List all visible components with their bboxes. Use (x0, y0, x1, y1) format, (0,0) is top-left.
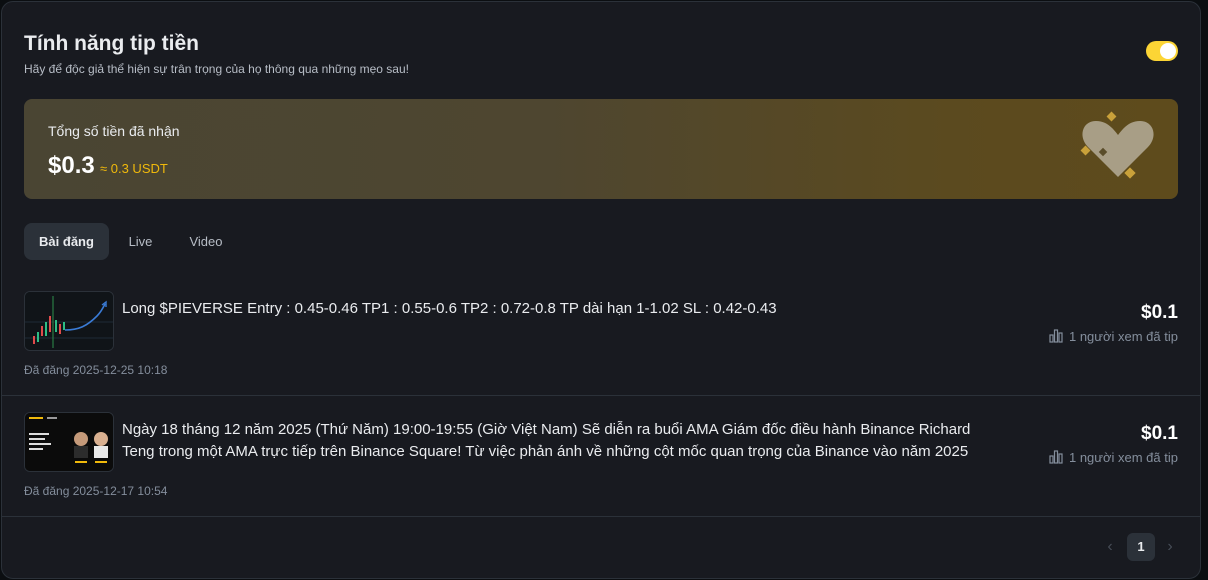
ama-thumbnail-icon (25, 413, 113, 471)
post-title-link[interactable]: Long $PIEVERSE Entry : 0.45-0.46 TP1 : 0… (122, 298, 992, 320)
tip-feature-toggle[interactable] (1146, 41, 1178, 61)
total-received-label: Tổng số tiền đã nhận (48, 123, 180, 139)
post-item: Ngày 18 tháng 12 năm 2025 (Thứ Năm) 19:0… (2, 412, 1200, 517)
tab-live[interactable]: Live (113, 223, 168, 260)
post-tippers-text: 1 người xem đã tip (1068, 450, 1178, 465)
tab-posts[interactable]: Bài đăng (24, 223, 109, 260)
post-date: Đã đăng 2025-12-17 10:54 (24, 484, 168, 498)
tab-video[interactable]: Video (176, 223, 236, 260)
heart-icon (1080, 111, 1154, 179)
total-received-value: $0.3 (48, 152, 95, 179)
bar-chart-icon (1049, 450, 1063, 464)
post-tip-amount: $0.1 (1141, 423, 1178, 444)
post-tippers-text: 1 người xem đã tip (1068, 329, 1178, 344)
post-tip-amount: $0.1 (1141, 302, 1178, 323)
total-received-usdt: ≈ 0.3 USDT (100, 161, 168, 176)
page-title: Tính năng tip tiền (24, 32, 199, 55)
post-title-link[interactable]: Ngày 18 tháng 12 năm 2025 (Thứ Năm) 19:0… (122, 419, 992, 463)
post-date: Đã đăng 2025-12-25 10:18 (24, 363, 168, 377)
post-thumbnail[interactable] (24, 291, 114, 351)
tip-feature-panel: Tính năng tip tiền Hãy để độc giả thể hi… (1, 1, 1201, 579)
total-received-banner: Tổng số tiền đã nhận $0.3 ≈ 0.3 USDT (24, 99, 1178, 199)
chart-thumbnail-icon (25, 292, 113, 350)
post-item: Long $PIEVERSE Entry : 0.45-0.46 TP1 : 0… (2, 291, 1200, 396)
post-tippers: 1 người xem đã tip (1049, 450, 1178, 465)
page-subtitle: Hãy để độc giả thể hiện sự trân trọng củ… (24, 62, 409, 76)
chevron-right-icon[interactable]: › (1160, 533, 1180, 561)
bar-chart-icon (1049, 329, 1063, 343)
chevron-left-icon[interactable]: ‹ (1100, 533, 1120, 561)
post-thumbnail[interactable] (24, 412, 114, 472)
toggle-knob (1160, 43, 1176, 59)
page-button-current[interactable]: 1 (1127, 533, 1155, 561)
post-tippers: 1 người xem đã tip (1049, 329, 1178, 344)
